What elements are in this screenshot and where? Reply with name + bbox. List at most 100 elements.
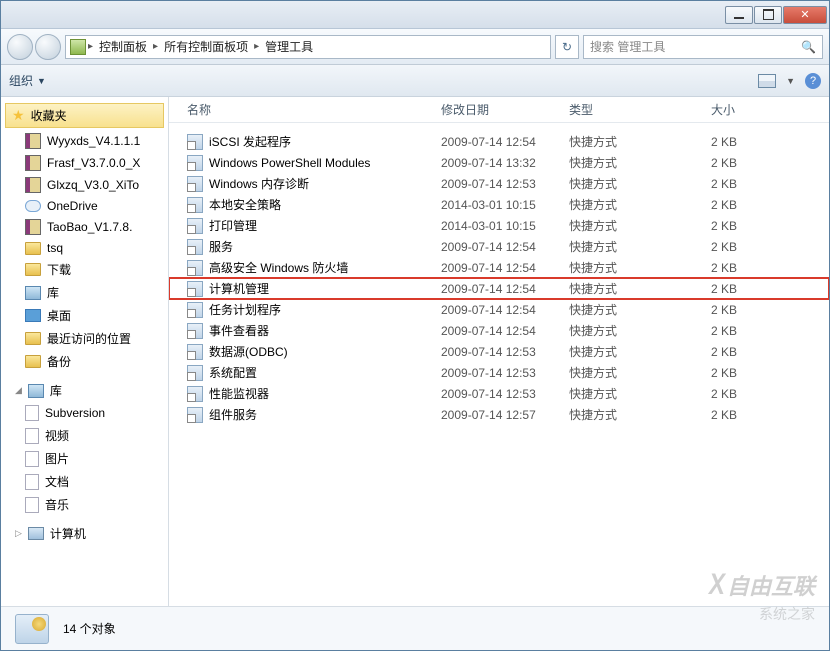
shortcut-icon [187,176,203,192]
sidebar-item[interactable]: OneDrive [1,196,168,216]
file-date: 2009-07-14 12:53 [441,366,569,380]
file-type: 快捷方式 [569,301,711,318]
file-row[interactable]: 服务2009-07-14 12:54快捷方式2 KB [169,236,829,257]
minimize-button[interactable] [725,6,753,24]
chevron-down-icon: ▼ [37,76,46,86]
sidebar-item[interactable]: TaoBao_V1.7.8. [1,216,168,238]
sidebar-library-item[interactable]: 图片 [1,447,168,470]
file-row[interactable]: iSCSI 发起程序2009-07-14 12:54快捷方式2 KB [169,131,829,152]
sidebar-item-label: 视频 [45,427,69,444]
file-row[interactable]: 打印管理2014-03-01 10:15快捷方式2 KB [169,215,829,236]
sidebar-item[interactable]: 库 [1,281,168,304]
tree-expand-icon[interactable]: ▷ [15,528,22,539]
sidebar-item[interactable]: 备份 [1,350,168,373]
file-date: 2009-07-14 12:54 [441,240,569,254]
refresh-icon: ↻ [562,40,572,54]
sidebar-item[interactable]: tsq [1,238,168,258]
sidebar-item-label: Glxzq_V3.0_XiTo [47,178,139,192]
breadcrumb-item[interactable]: 控制面板 [95,38,151,55]
file-size: 2 KB [711,387,829,401]
file-row[interactable]: Windows PowerShell Modules2009-07-14 13:… [169,152,829,173]
file-type: 快捷方式 [569,322,711,339]
file-row[interactable]: 事件查看器2009-07-14 12:54快捷方式2 KB [169,320,829,341]
folder-icon [25,332,41,345]
file-type: 快捷方式 [569,364,711,381]
file-row[interactable]: 组件服务2009-07-14 12:57快捷方式2 KB [169,404,829,425]
file-type: 快捷方式 [569,154,711,171]
close-button[interactable] [783,6,827,24]
favorites-label: 收藏夹 [31,107,67,124]
file-name: 数据源(ODBC) [209,343,288,360]
breadcrumb-item[interactable]: 管理工具 [261,38,317,55]
sidebar-item-label: OneDrive [47,199,98,213]
shortcut-icon [187,365,203,381]
file-row[interactable]: 本地安全策略2014-03-01 10:15快捷方式2 KB [169,194,829,215]
maximize-button[interactable] [754,6,782,24]
file-size: 2 KB [711,219,829,233]
file-row[interactable]: 数据源(ODBC)2009-07-14 12:53快捷方式2 KB [169,341,829,362]
file-date: 2009-07-14 12:57 [441,408,569,422]
library-item-icon [25,405,39,421]
file-size: 2 KB [711,240,829,254]
breadcrumb-item[interactable]: 所有控制面板项 [160,38,252,55]
breadcrumb[interactable]: ▸ 控制面板 ▸ 所有控制面板项 ▸ 管理工具 [65,35,551,59]
shortcut-icon [187,260,203,276]
search-input[interactable]: 搜索 管理工具 🔍 [583,35,823,59]
sidebar-item[interactable]: Glxzq_V3.0_XiTo [1,174,168,196]
titlebar [1,1,829,29]
rar-icon [25,177,41,193]
tree-collapse-icon[interactable]: ◢ [15,385,22,396]
file-size: 2 KB [711,177,829,191]
sidebar-item-label: 桌面 [47,307,71,324]
sidebar-item[interactable]: 下载 [1,258,168,281]
file-row[interactable]: Windows 内存诊断2009-07-14 12:53快捷方式2 KB [169,173,829,194]
help-button[interactable]: ? [805,73,821,89]
sidebar-item-label: tsq [47,241,63,255]
sidebar-item[interactable]: 桌面 [1,304,168,327]
file-row[interactable]: 性能监视器2009-07-14 12:53快捷方式2 KB [169,383,829,404]
file-type: 快捷方式 [569,217,711,234]
file-name: 系统配置 [209,364,257,381]
organize-button[interactable]: 组织 ▼ [9,72,46,89]
computer-section[interactable]: ▷ 计算机 [1,522,168,545]
file-date: 2009-07-14 13:32 [441,156,569,170]
sidebar-item[interactable]: Frasf_V3.7.0.0_X [1,152,168,174]
search-icon: 🔍 [801,40,816,54]
sidebar-item[interactable]: 最近访问的位置 [1,327,168,350]
shortcut-icon [187,302,203,318]
libraries-section[interactable]: ◢ 库 [1,379,168,402]
shortcut-icon [187,239,203,255]
column-header-name[interactable]: 名称 [187,101,441,118]
sidebar-library-item[interactable]: Subversion [1,402,168,424]
file-row[interactable]: 计算机管理2009-07-14 12:54快捷方式2 KB [169,278,829,299]
file-name: 高级安全 Windows 防火墙 [209,259,348,276]
library-icon [28,384,44,398]
file-row[interactable]: 任务计划程序2009-07-14 12:54快捷方式2 KB [169,299,829,320]
star-icon: ★ [12,107,25,124]
column-header-size[interactable]: 大小 [711,101,829,118]
cloud-icon [25,200,41,212]
sidebar-item-label: 备份 [47,353,71,370]
view-button[interactable] [758,74,776,88]
file-date: 2009-07-14 12:53 [441,177,569,191]
refresh-button[interactable]: ↻ [555,35,579,59]
file-type: 快捷方式 [569,280,711,297]
sidebar-library-item[interactable]: 视频 [1,424,168,447]
back-button[interactable] [7,34,33,60]
sidebar-library-item[interactable]: 文档 [1,470,168,493]
favorites-section[interactable]: ★ 收藏夹 [5,103,164,128]
folder-icon [25,355,41,368]
file-row[interactable]: 高级安全 Windows 防火墙2009-07-14 12:54快捷方式2 KB [169,257,829,278]
file-row[interactable]: 系统配置2009-07-14 12:53快捷方式2 KB [169,362,829,383]
column-header-type[interactable]: 类型 [569,101,711,118]
lib-icon [25,286,41,300]
forward-button[interactable] [35,34,61,60]
search-placeholder: 搜索 管理工具 [590,38,665,55]
sidebar-item[interactable]: Wyyxds_V4.1.1.1 [1,130,168,152]
sidebar-item-label: Frasf_V3.7.0.0_X [47,156,140,170]
sidebar-library-item[interactable]: 音乐 [1,493,168,516]
sidebar-item-label: 下载 [47,261,71,278]
libraries-label: 库 [50,382,62,399]
file-date: 2009-07-14 12:54 [441,261,569,275]
column-header-date[interactable]: 修改日期 [441,101,569,118]
